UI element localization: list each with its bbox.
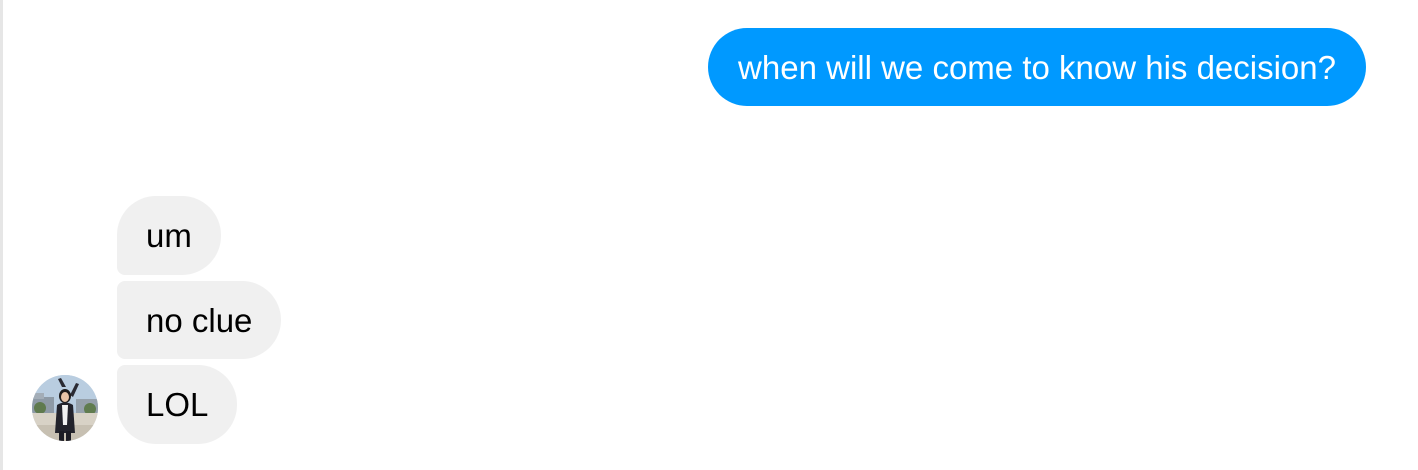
outgoing-message-bubble[interactable]: when will we come to know his decision? [708, 28, 1366, 106]
message-text: LOL [146, 386, 209, 423]
message-text: when will we come to know his decision? [738, 48, 1336, 86]
message-text: no clue [146, 301, 253, 339]
thread-left-divider [0, 0, 3, 470]
contact-avatar[interactable] [32, 375, 98, 441]
avatar-photo-icon [32, 375, 98, 441]
incoming-message-bubble[interactable]: um [117, 196, 221, 275]
incoming-message-bubble[interactable]: no clue [117, 281, 282, 359]
chat-thread: when will we come to know his decision? … [0, 0, 1418, 470]
incoming-message-bubble[interactable]: LOL [117, 365, 238, 444]
message-text: um [146, 217, 192, 254]
